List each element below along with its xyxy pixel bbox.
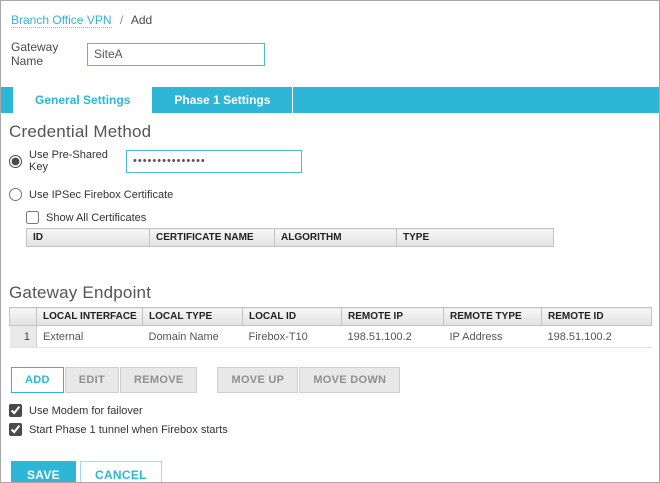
breadcrumb-separator: / [120,13,123,27]
endpoint-row-remote-id: 198.51.100.2 [542,326,652,348]
save-button[interactable]: SAVE [11,461,76,483]
endpoint-table-header-handle [10,308,37,326]
show-all-certificates-label: Show All Certificates [46,212,146,224]
endpoint-table-header-local-id: LOCAL ID [243,308,342,326]
bovpn-gateway-add-page: Branch Office VPN / Add Gateway Name Gen… [0,0,660,483]
endpoint-table-header-remote-id: REMOTE ID [542,308,652,326]
endpoint-row-remote-ip: 198.51.100.2 [342,326,444,348]
endpoint-row-index: 1 [10,326,37,348]
endpoint-table-header-local-type: LOCAL TYPE [143,308,243,326]
gateway-endpoint-heading: Gateway Endpoint [9,283,659,303]
endpoint-table-row[interactable]: 1 External Domain Name Firebox-T10 198.5… [10,326,652,348]
pre-shared-key-label: Use Pre-Shared Key [29,149,126,173]
certificate-table-header-name: CERTIFICATE NAME [150,229,275,247]
modem-failover-checkbox[interactable] [9,404,22,417]
tab-general-settings[interactable]: General Settings [13,87,152,113]
remove-button[interactable]: REMOVE [120,367,197,393]
certificate-table-header-type: TYPE [397,229,554,247]
certificate-table: ID CERTIFICATE NAME ALGORITHM TYPE [26,228,554,247]
certificate-table-header-row: ID CERTIFICATE NAME ALGORITHM TYPE [27,229,554,247]
gateway-name-input[interactable] [87,43,265,66]
breadcrumb-current-add: Add [131,13,152,27]
breadcrumb: Branch Office VPN / Add [11,13,659,27]
endpoint-button-row: ADD EDIT REMOVE MOVE UP MOVE DOWN [11,367,659,393]
pre-shared-key-input[interactable] [126,150,302,173]
edit-button[interactable]: EDIT [65,367,119,393]
add-button[interactable]: ADD [11,367,64,393]
endpoint-table-header-local-interface: LOCAL INTERFACE [37,308,143,326]
start-phase1-checkbox[interactable] [9,423,22,436]
certificate-table-header-id: ID [27,229,150,247]
endpoint-row-remote-type: IP Address [444,326,542,348]
credential-method-heading: Credential Method [9,122,659,142]
endpoint-table-header-remote-type: REMOTE TYPE [444,308,542,326]
show-all-certificates-row: Show All Certificates [26,211,659,224]
modem-failover-label: Use Modem for failover [29,405,143,417]
ipsec-certificate-radio[interactable] [9,188,22,201]
breadcrumb-link-branch-office-vpn[interactable]: Branch Office VPN [11,13,112,28]
gateway-name-label: Gateway Name [11,40,87,68]
move-down-button[interactable]: MOVE DOWN [299,367,400,393]
show-all-certificates-checkbox[interactable] [26,211,39,224]
ipsec-certificate-row: Use IPSec Firebox Certificate [9,188,659,201]
move-up-button[interactable]: MOVE UP [217,367,298,393]
endpoint-table-header-row: LOCAL INTERFACE LOCAL TYPE LOCAL ID REMO… [10,308,652,326]
endpoint-row-local-interface: External [37,326,143,348]
modem-failover-row: Use Modem for failover [9,404,659,417]
tab-bar: General Settings Phase 1 Settings [1,87,659,113]
cancel-button[interactable]: CANCEL [80,461,162,483]
ipsec-certificate-label: Use IPSec Firebox Certificate [29,189,173,201]
pre-shared-key-radio[interactable] [9,155,22,168]
start-phase1-row: Start Phase 1 tunnel when Firebox starts [9,423,659,436]
tab-bar-left-spacer [1,87,13,113]
gateway-name-row: Gateway Name [11,40,659,68]
endpoint-table-header-remote-ip: REMOTE IP [342,308,444,326]
certificate-table-header-algorithm: ALGORITHM [275,229,397,247]
gateway-endpoint-table: LOCAL INTERFACE LOCAL TYPE LOCAL ID REMO… [9,307,652,348]
endpoint-row-local-type: Domain Name [143,326,243,348]
pre-shared-key-row: Use Pre-Shared Key [9,149,659,173]
tab-phase1-settings[interactable]: Phase 1 Settings [152,87,293,113]
start-phase1-label: Start Phase 1 tunnel when Firebox starts [29,424,228,436]
footer-button-row: SAVE CANCEL [11,461,659,483]
endpoint-row-local-id: Firebox-T10 [243,326,342,348]
